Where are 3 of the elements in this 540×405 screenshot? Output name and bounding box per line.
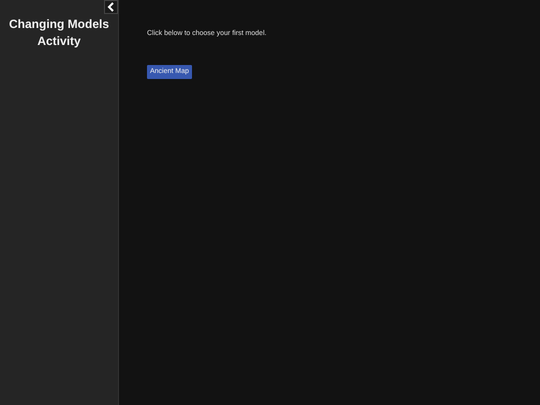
chevron-left-icon [107, 2, 115, 12]
sidebar-title: Changing Models Activity [8, 16, 110, 50]
collapse-button[interactable] [104, 0, 118, 14]
